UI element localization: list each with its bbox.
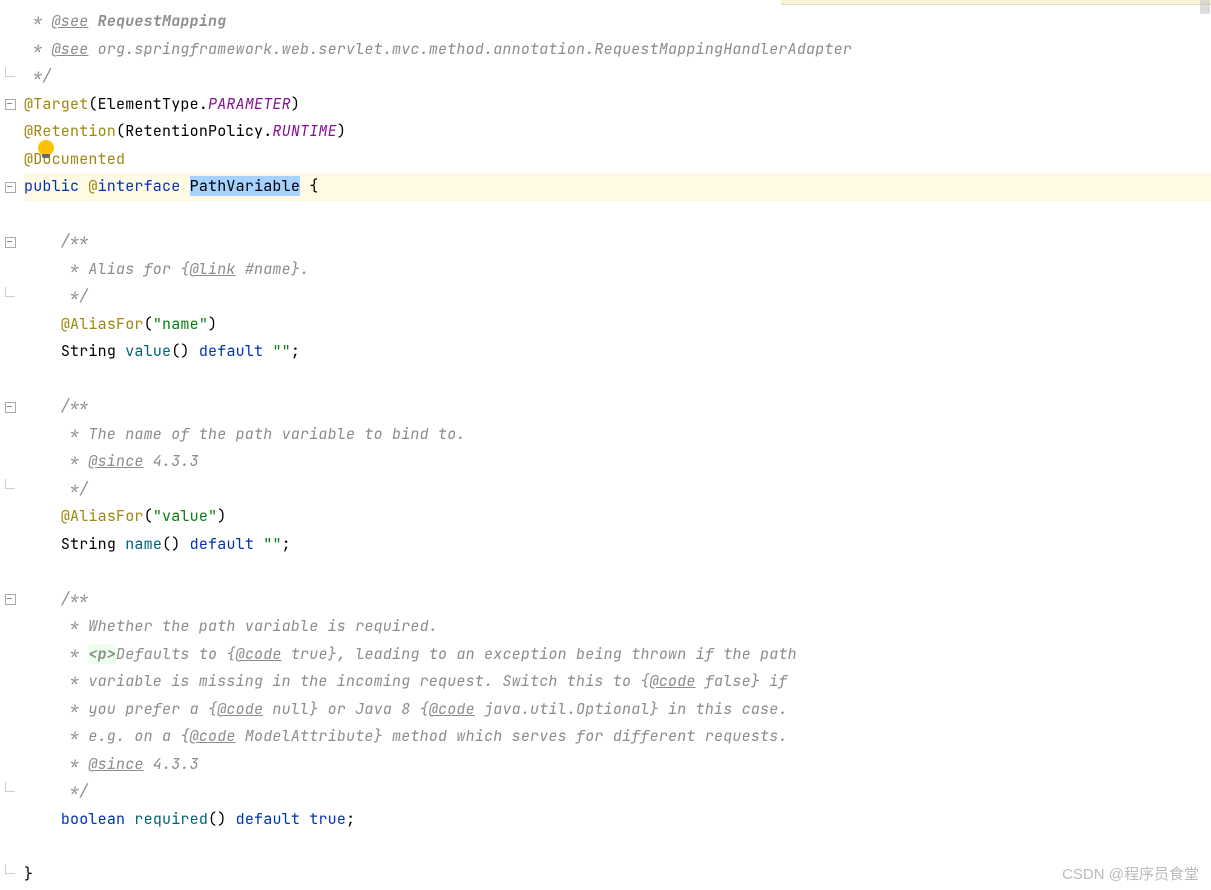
code-line: * Whether the path variable is required. [24,613,1211,641]
code-line [24,366,1211,394]
code-line: boolean required() default true; [24,806,1211,834]
scrollbar-thumb[interactable] [1200,0,1210,14]
fold-end-icon[interactable] [5,484,15,494]
code-line: * you prefer a {@code null} or Java 8 {@… [24,696,1211,724]
fold-end-icon[interactable] [5,292,15,302]
code-line [24,833,1211,861]
code-line: * @since 4.3.3 [24,751,1211,779]
fold-end-icon[interactable] [5,72,15,82]
intention-bulb-icon[interactable] [38,140,54,156]
code-line: @Documented [24,146,1211,174]
code-line: @AliasFor("value") [24,503,1211,531]
code-line: */ [24,476,1211,504]
code-line: * e.g. on a {@code ModelAttribute} metho… [24,723,1211,751]
code-line: /** [24,393,1211,421]
fold-collapse-icon[interactable] [5,182,15,192]
fold-collapse-icon[interactable] [5,99,15,109]
code-line: /** [24,586,1211,614]
code-line: /** [24,228,1211,256]
fold-collapse-icon[interactable] [5,594,15,604]
code-line: * @since 4.3.3 [24,448,1211,476]
code-line: @Retention(RetentionPolicy.RUNTIME) [24,118,1211,146]
code-line [24,558,1211,586]
code-line: String value() default ""; [24,338,1211,366]
code-line: String name() default ""; [24,531,1211,559]
code-line [24,201,1211,229]
code-line: * The name of the path variable to bind … [24,421,1211,449]
code-line: @AliasFor("name") [24,311,1211,339]
code-line-current: public @interface PathVariable { [24,173,1211,201]
watermark-text: CSDN @程序员食堂 [1062,863,1199,884]
code-line: * <p>Defaults to {@code true}, leading t… [24,641,1211,669]
editor-gutter[interactable] [0,0,20,890]
code-editor-content[interactable]: * @see RequestMapping * @see org.springf… [20,0,1211,890]
code-line: */ [24,63,1211,91]
code-line: */ [24,283,1211,311]
code-line: } [24,861,1211,889]
fold-end-icon[interactable] [5,869,15,879]
fold-collapse-icon[interactable] [5,402,15,412]
code-line: * @see org.springframework.web.servlet.m… [24,36,1211,64]
code-editor: * @see RequestMapping * @see org.springf… [0,0,1211,890]
fold-end-icon[interactable] [5,787,15,797]
editor-scrollbar[interactable] [1199,0,1211,890]
code-line: * variable is missing in the incoming re… [24,668,1211,696]
code-line: * @see RequestMapping [24,8,1211,36]
code-line: */ [24,778,1211,806]
code-line: @Target(ElementType.PARAMETER) [24,91,1211,119]
code-line: * Alias for {@link #name}. [24,256,1211,284]
fold-collapse-icon[interactable] [5,237,15,247]
